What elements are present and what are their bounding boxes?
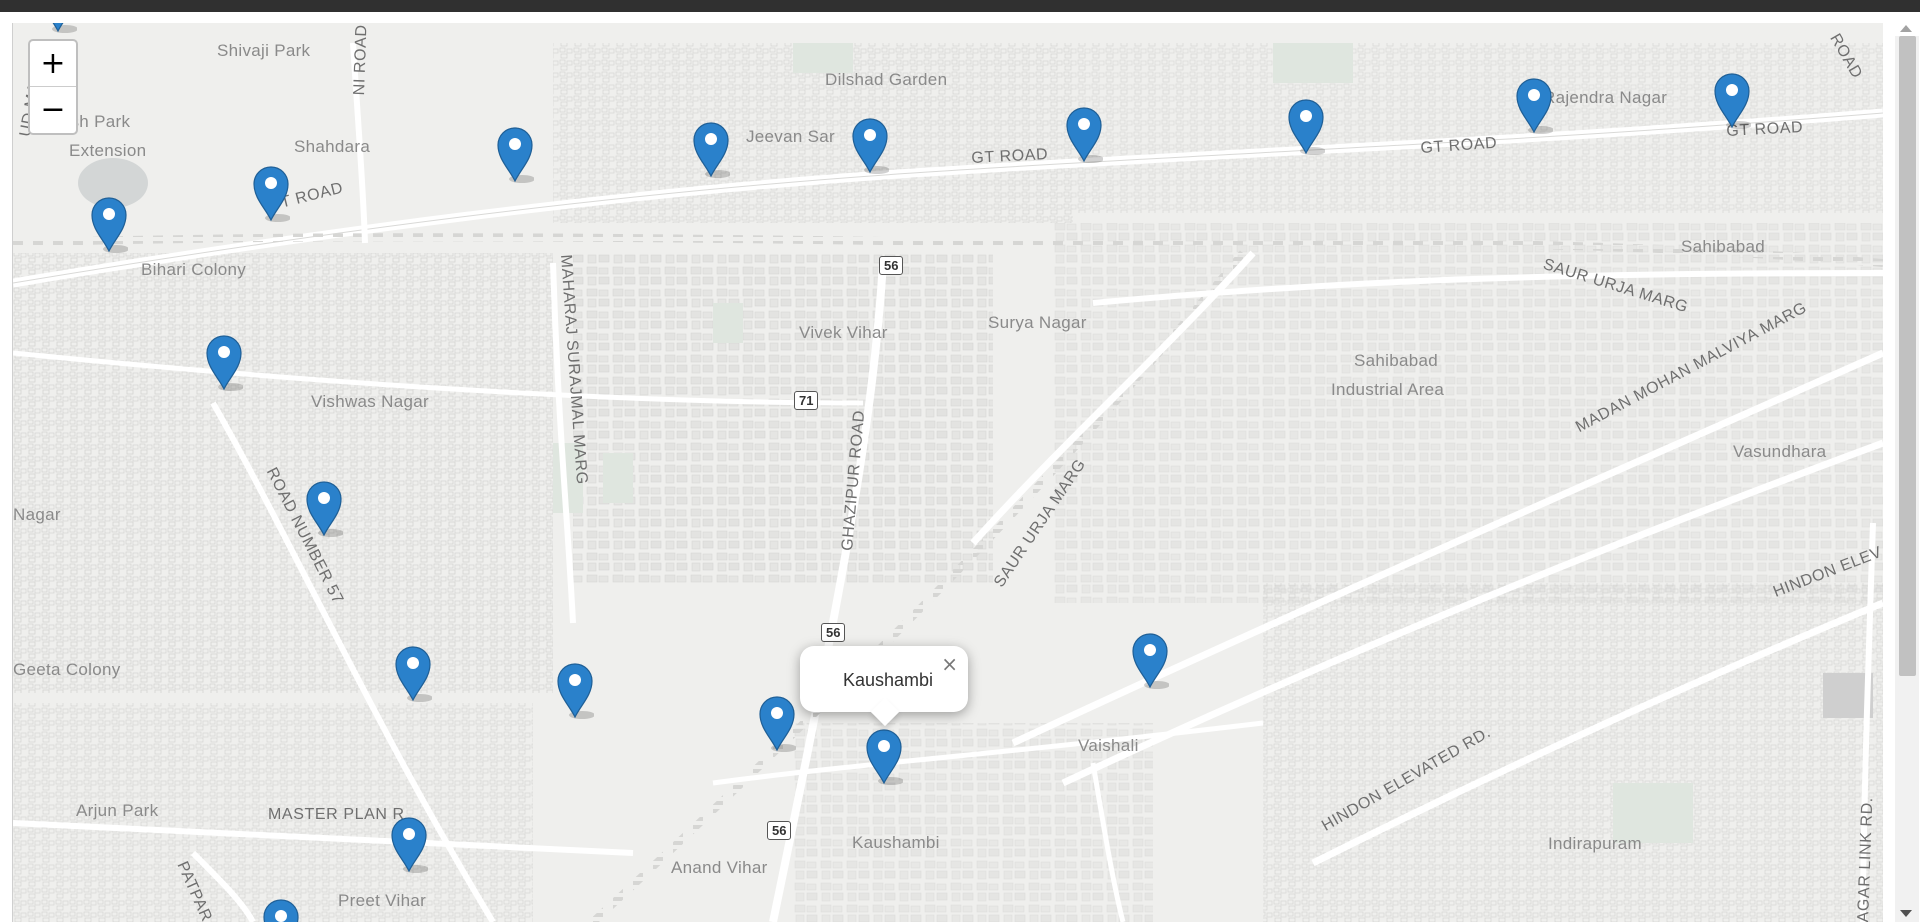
map-marker[interactable] [496, 125, 535, 183]
marker-pin-icon [1714, 73, 1752, 129]
highway-shield-56: 56 [767, 821, 792, 840]
marker-pin-icon [866, 729, 904, 785]
window-top-bar [0, 0, 1920, 12]
label-industrial-area: Industrial Area [1331, 380, 1445, 399]
label-kaushambi: Kaushambi [852, 833, 940, 852]
label-bihari-colony: Bihari Colony [141, 260, 247, 279]
map-marker[interactable] [252, 164, 291, 222]
marker-pin-icon [759, 696, 797, 752]
map-marker[interactable] [90, 195, 129, 253]
marker-pin-icon [263, 899, 299, 922]
map-view[interactable]: Shivaji Park Dilshad Garden Rajendra Nag… [12, 23, 1883, 922]
label-surya-nagar: Surya Nagar [988, 313, 1087, 332]
marker-pin-icon [693, 122, 731, 178]
scroll-up-arrow-icon[interactable] [1900, 25, 1912, 32]
label-vishwas-nagar: Vishwas Nagar [311, 392, 429, 411]
label-vasundhara: Vasundhara [1733, 442, 1827, 461]
map-marker[interactable] [1131, 631, 1170, 689]
map-marker[interactable] [39, 23, 78, 33]
marker-pin-icon [1066, 107, 1104, 163]
map-marker[interactable] [1287, 97, 1326, 155]
map-marker[interactable] [758, 694, 797, 752]
label-geeta-colony: Geeta Colony [13, 660, 121, 679]
label-preet-vihar: Preet Vihar [338, 891, 427, 910]
popup-title: Kaushambi [843, 670, 934, 690]
highway-shield-56: 56 [821, 623, 846, 642]
marker-pin-icon [557, 663, 595, 719]
marker-pin-icon [395, 646, 433, 702]
label-extension: Extension [69, 141, 147, 160]
label-nagar: Nagar [13, 505, 61, 524]
marker-pin-icon [497, 127, 535, 183]
label-vivek-vihar: Vivek Vihar [799, 323, 888, 342]
map-marker[interactable] [262, 897, 300, 922]
marker-pin-icon [206, 335, 244, 391]
label-arjun-park: Arjun Park [76, 801, 159, 820]
marker-pin-icon [253, 166, 291, 222]
map-marker[interactable] [390, 815, 429, 873]
label-shivaji-park: Shivaji Park [217, 41, 311, 60]
label-sahibabad-ia: Sahibabad [1354, 351, 1438, 370]
map-marker[interactable] [1065, 105, 1104, 163]
label-dilshad-garden: Dilshad Garden [825, 70, 948, 89]
marker-pin-icon [1288, 99, 1326, 155]
marker-pin-icon [1132, 633, 1170, 689]
marker-pin-icon [91, 197, 129, 253]
scroll-down-arrow-icon[interactable] [1900, 910, 1912, 917]
label-rajendra-nagar: Rajendra Nagar [1543, 88, 1668, 107]
marker-pin-icon [306, 481, 344, 537]
label-jeevan-sar: Jeevan Sar [746, 127, 835, 146]
marker-popup: Kaushambi × [800, 646, 968, 727]
map-tiles [13, 23, 1883, 922]
zoom-control: + − [28, 39, 78, 135]
marker-pin-icon [1516, 78, 1554, 134]
road-ni-road: NI ROAD [351, 24, 371, 96]
map-marker[interactable] [305, 479, 344, 537]
scrollbar-thumb[interactable] [1899, 36, 1916, 676]
map-marker[interactable] [692, 120, 731, 178]
highway-shield-71: 71 [794, 391, 819, 410]
highway-shield-56: 56 [879, 256, 904, 275]
map-marker[interactable] [851, 116, 890, 174]
label-indirapuram: Indirapuram [1548, 834, 1643, 853]
map-marker[interactable] [205, 333, 244, 391]
marker-pin-icon [852, 118, 890, 174]
road-master-plan: MASTER PLAN R [268, 806, 405, 823]
vertical-scrollbar[interactable] [1895, 36, 1919, 922]
label-vaishali: Vaishali [1078, 736, 1139, 755]
map-marker[interactable] [556, 661, 595, 719]
map-marker[interactable] [394, 644, 433, 702]
marker-pin-icon [52, 23, 78, 33]
zoom-in-button[interactable]: + [30, 41, 76, 87]
label-sahibabad: Sahibabad [1681, 237, 1765, 256]
label-anand-vihar: Anand Vihar [671, 858, 768, 877]
label-shahdara: Shahdara [294, 137, 371, 156]
map-marker-selected[interactable] [865, 727, 904, 785]
marker-pin-icon [391, 817, 429, 873]
zoom-out-button[interactable]: − [30, 87, 76, 132]
map-marker[interactable] [1515, 76, 1554, 134]
map-marker[interactable] [1713, 71, 1752, 129]
popup-close-button[interactable]: × [941, 652, 958, 676]
